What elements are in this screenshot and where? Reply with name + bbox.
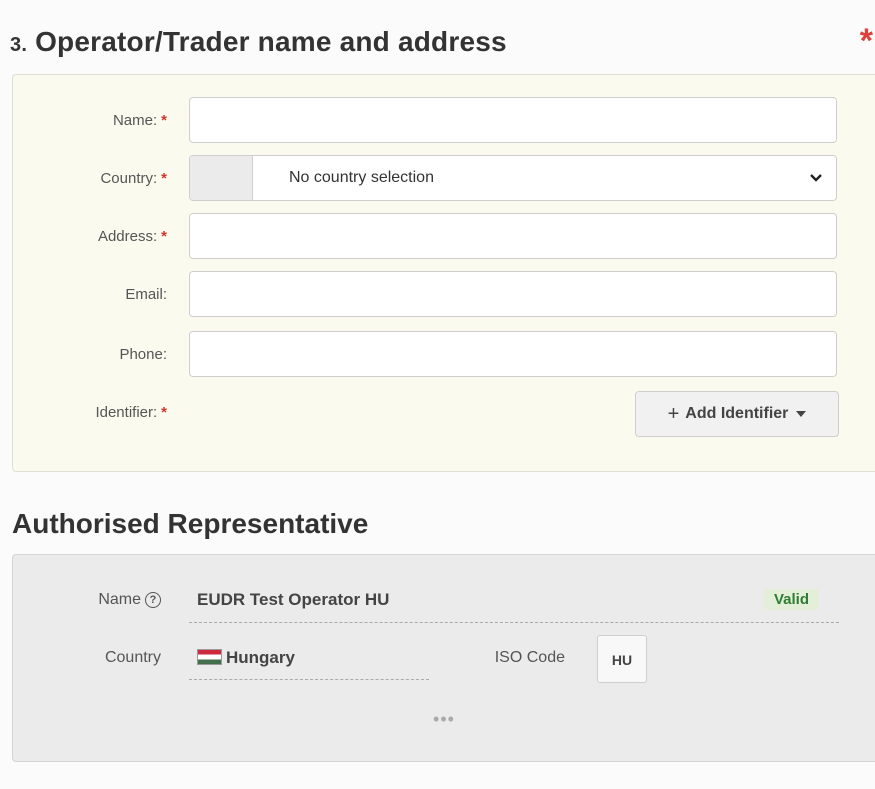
plus-icon: +	[667, 403, 680, 425]
authorised-representative-panel: Name? EUDR Test Operator HU Valid Countr…	[12, 554, 875, 762]
name-row: Name: *	[13, 97, 875, 145]
country-underline	[189, 679, 429, 680]
country-select-value: No country selection	[289, 169, 434, 186]
operator-panel: Name: * Country: * No country selection Ad…	[12, 74, 875, 472]
section-title-text: Operator/Trader name and address	[35, 26, 507, 57]
status-badge: Valid	[763, 589, 819, 610]
name-label: Name: *	[112, 112, 167, 129]
required-star: *	[161, 228, 167, 245]
chevron-down-icon	[796, 156, 836, 200]
authorised-representative-title: Authorised Representative	[12, 508, 369, 539]
identifier-row: Identifier: * + Add Identifier	[13, 389, 875, 437]
hungary-flag-icon	[197, 649, 222, 665]
iso-code-badge: HU	[597, 635, 647, 683]
country-row: Country: * No country selection	[13, 155, 875, 203]
required-star: *	[161, 404, 167, 421]
section-number: 3.	[10, 34, 28, 56]
address-input[interactable]	[189, 213, 837, 259]
page: 3. Operator/Trader name and address * Na…	[0, 0, 875, 789]
country-label: Country: *	[100, 170, 167, 187]
name-underline	[189, 622, 839, 623]
phone-label: Phone:	[119, 346, 167, 363]
country-select[interactable]: No country selection	[189, 155, 837, 201]
address-row: Address: *	[13, 213, 875, 261]
ar-name-label: Name?	[13, 591, 161, 609]
more-icon[interactable]: •••	[13, 709, 875, 730]
ar-country-label: Country	[104, 649, 161, 666]
phone-row: Phone:	[13, 331, 875, 379]
required-star: *	[161, 170, 167, 187]
phone-input[interactable]	[189, 331, 837, 377]
email-row: Email:	[13, 271, 875, 319]
required-star: *	[161, 112, 167, 129]
country-flag-slot	[190, 156, 253, 200]
iso-code-label: ISO Code	[494, 649, 565, 666]
add-identifier-label: Add Identifier	[685, 405, 789, 422]
add-identifier-button[interactable]: + Add Identifier	[635, 391, 839, 437]
name-input[interactable]	[189, 97, 837, 143]
email-label: Email:	[125, 286, 167, 303]
ar-name-value: EUDR Test Operator HU	[197, 590, 390, 609]
identifier-label: Identifier: *	[95, 404, 167, 421]
section-required-marker: *	[859, 22, 873, 60]
address-label: Address: *	[97, 228, 167, 245]
email-input[interactable]	[189, 271, 837, 317]
ar-country-value: Hungary	[197, 648, 295, 668]
section-title: 3. Operator/Trader name and address	[10, 26, 507, 58]
caret-down-icon	[796, 411, 807, 417]
help-icon[interactable]: ?	[145, 592, 161, 608]
